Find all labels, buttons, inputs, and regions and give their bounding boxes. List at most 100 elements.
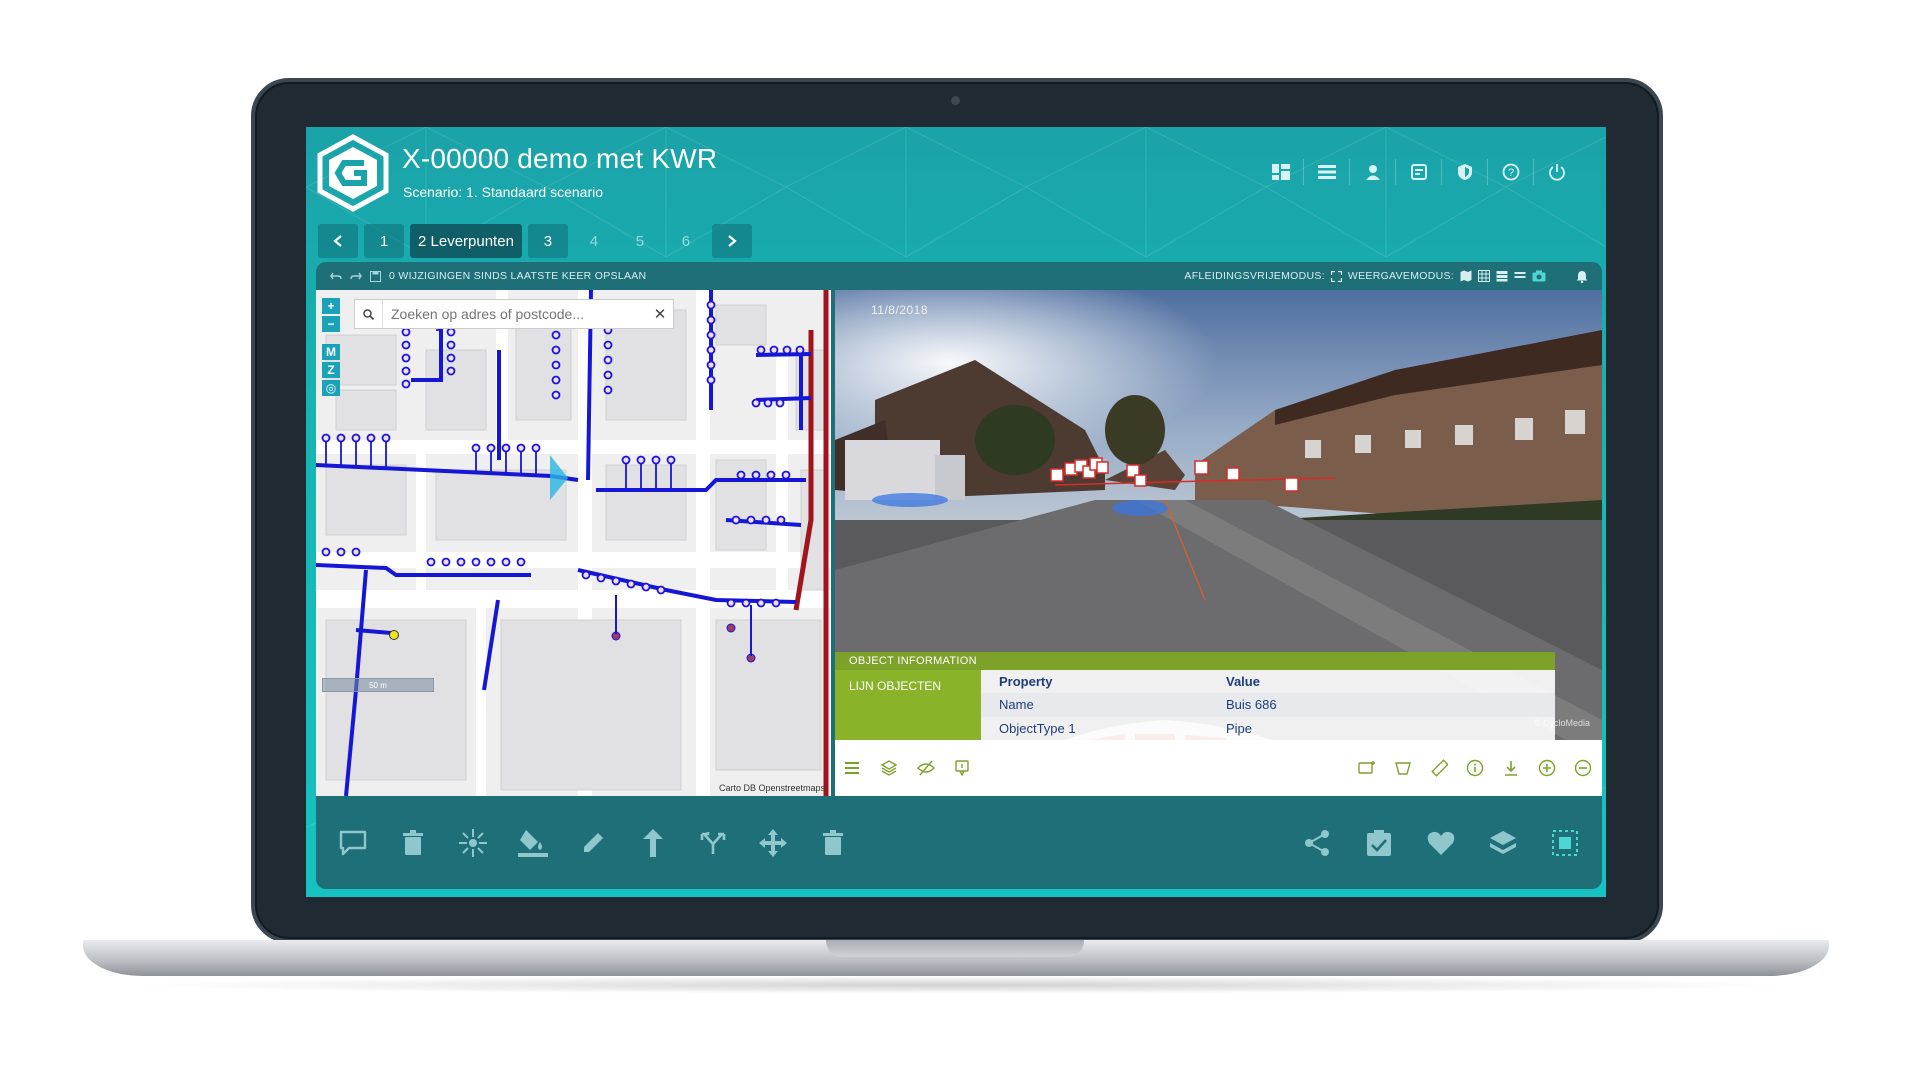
move-up-button[interactable] [636,826,670,860]
street-view-toolbar [835,740,1602,796]
column-header-property: Property [999,674,1053,690]
step-4[interactable]: 4 [574,224,614,258]
step-2[interactable]: 2 Leverpunten [410,224,522,258]
bell-icon[interactable] [1576,270,1588,283]
object-category[interactable]: LIJN OBJECTEN [835,670,981,740]
split-mode-icon[interactable] [1496,270,1508,282]
move-button[interactable] [756,826,790,860]
share-button[interactable] [1300,826,1334,860]
info-icon[interactable] [1466,759,1484,777]
area-icon[interactable] [1394,760,1412,776]
pencil-icon [584,832,603,852]
menu-icon[interactable] [845,761,861,775]
network-map[interactable] [316,290,831,796]
list-mode-icon[interactable] [1514,270,1526,282]
step-next-button[interactable] [711,224,752,258]
zoom-out-button[interactable]: − [322,316,340,332]
map-m-button[interactable]: M [322,344,340,360]
download-icon[interactable] [1502,759,1520,777]
split-icon [700,831,726,854]
property-value: Buis 686 [1226,697,1277,713]
arrow-up-icon [643,828,663,857]
favorite-button[interactable] [1424,826,1458,860]
property-value: Pipe [1226,720,1253,736]
comment-button[interactable] [336,826,370,860]
power-icon[interactable] [1534,159,1580,185]
undo-icon[interactable] [330,271,342,281]
zoom-plus-icon[interactable] [1538,759,1556,777]
fullscreen-icon[interactable] [1330,270,1342,282]
svg-text:?: ? [1507,167,1513,179]
report-icon[interactable] [1396,159,1442,185]
fill-button[interactable] [516,826,550,860]
trash-icon [823,829,843,855]
layers-icon[interactable] [881,760,897,776]
map-credit: Carto DB Openstreetmaps [718,783,825,793]
help-icon[interactable]: ? [1488,159,1534,185]
chevron-right-icon [728,235,737,247]
display-mode-label: WEERGAVEMODUS: [1347,270,1454,282]
logo-icon [317,134,389,212]
status-bar: 0 WIJZIGINGEN SINDS LAATSTE KEER OPSLAAN… [316,262,1602,290]
dashboard-icon[interactable] [1258,159,1304,185]
object-properties-table: Property Value Name Buis 686 ObjectType … [981,670,1555,740]
map-mode-icon[interactable] [1460,270,1472,282]
street-view-panel[interactable]: 11/8/2018 © CycloMedia OBJECT INFORMATIO… [835,290,1602,796]
derivation-mode-label: AFLEIDINGSVRIJEMODUS: [1184,270,1325,282]
ruler-icon[interactable] [1430,759,1448,777]
step-5[interactable]: 5 [620,224,660,258]
map-z-button[interactable]: Z [322,362,340,378]
select-area-button[interactable] [1548,826,1582,860]
map-search: ✕ [354,299,674,329]
header-toolbar: ? [1258,159,1580,185]
search-icon [355,300,383,328]
delete-button[interactable] [396,826,430,860]
comment-add-icon[interactable] [1358,760,1376,776]
app-header: X-00000 demo met KWR Scenario: 1. Standa… [306,127,1606,215]
zoom-minus-icon[interactable] [1574,759,1592,777]
step-prev-button[interactable] [318,224,358,258]
paint-bucket-icon [518,829,548,857]
laptop-camera [951,96,960,105]
step-3[interactable]: 3 [527,224,568,258]
add-point-button[interactable] [456,826,490,860]
select-area-icon [1552,829,1578,856]
checklist-button[interactable] [1362,826,1396,860]
shield-icon[interactable] [1442,159,1488,185]
table-row: ObjectType 1 Pipe [981,717,1555,740]
laptop-shadow [120,976,1800,994]
heart-icon [1427,831,1455,855]
marker-icon[interactable] [955,760,969,776]
object-information-header: OBJECT INFORMATION [835,652,1555,670]
scale-bar: 50 m [322,678,434,692]
address-search-input[interactable] [383,306,647,322]
workspace: 0 WIJZIGINGEN SINDS LAATSTE KEER OPSLAAN… [316,262,1602,889]
changes-status: 0 WIJZIGINGEN SINDS LAATSTE KEER OPSLAAN [389,270,647,282]
step-1[interactable]: 1 [364,224,404,258]
list-icon[interactable] [1304,159,1350,185]
visibility-off-icon[interactable] [917,760,935,776]
locate-icon[interactable]: ◎ [322,380,340,396]
edit-button[interactable] [576,826,610,860]
object-information-panel: OBJECT INFORMATION LIJN OBJECTEN Propert… [835,652,1555,740]
zoom-in-button[interactable]: + [322,298,340,314]
move-icon [759,828,787,857]
grid-mode-icon[interactable] [1478,270,1490,282]
step-6[interactable]: 6 [666,224,706,258]
remove-button[interactable] [816,826,850,860]
share-icon [1305,829,1329,856]
comment-icon [339,830,367,855]
property-name: ObjectType 1 [999,720,1076,736]
table-header: Property Value [981,670,1555,693]
save-icon[interactable] [370,270,381,282]
user-icon[interactable] [1350,159,1396,185]
clear-search-icon[interactable]: ✕ [647,305,673,323]
camera-mode-icon[interactable] [1532,270,1546,282]
map-controls: + − M Z ◎ [322,298,340,396]
step-navigation: 1 2 Leverpunten 3 4 5 6 [318,224,752,258]
layers-button[interactable] [1486,826,1520,860]
split-button[interactable] [696,826,730,860]
map-panel[interactable]: ✕ + − M Z ◎ 50 m Carto DB Openstreetmaps [316,290,831,796]
chevron-left-icon [333,235,342,247]
redo-icon[interactable] [350,271,362,281]
